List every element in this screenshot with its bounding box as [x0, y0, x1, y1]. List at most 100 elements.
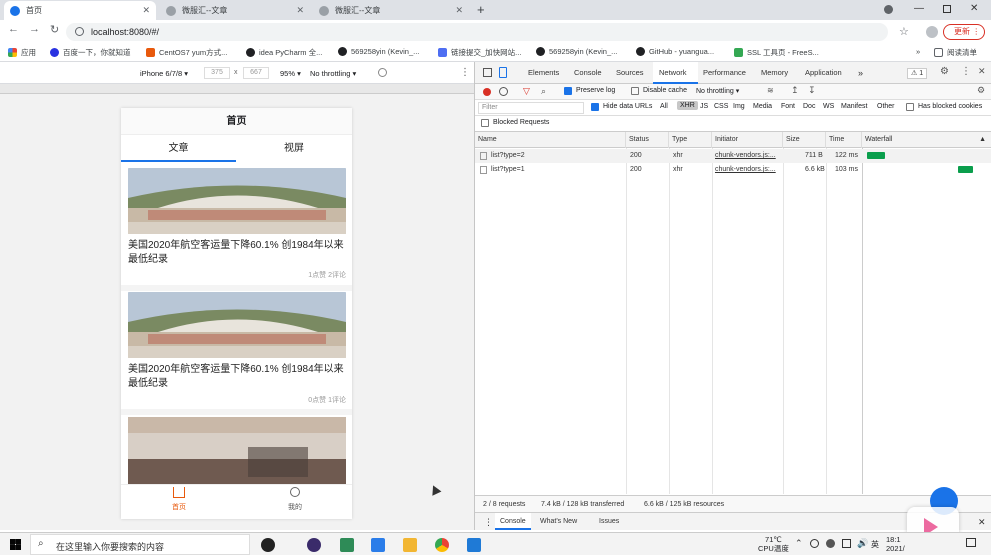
bookmark-item[interactable]: idea PyCharm 全... — [246, 47, 322, 58]
taskbar-search-box[interactable]: ⌕ 在这里输入你要搜索的内容 — [30, 534, 250, 555]
tab-articles[interactable]: 文章 — [121, 135, 236, 162]
filter-js[interactable]: JS — [700, 103, 708, 110]
volume-icon[interactable]: 🔊 — [857, 538, 868, 549]
more-options-icon[interactable]: ⋮ — [460, 67, 470, 78]
avatar[interactable] — [926, 26, 938, 38]
col-time[interactable]: Time — [826, 132, 862, 148]
ime-indicator[interactable]: 英 — [871, 539, 879, 550]
devtools-tab-console[interactable]: Console — [574, 62, 602, 84]
blocked-requests-checkbox[interactable] — [481, 119, 489, 127]
settings-gear-icon[interactable]: ⚙ — [940, 66, 949, 77]
devtools-tab-network[interactable]: Network — [653, 62, 698, 84]
article-title[interactable]: 美国2020年航空客运量下降60.1% 创1984年以来最低纪录 — [128, 363, 348, 391]
close-devtools-icon[interactable]: ✕ — [978, 66, 986, 77]
disable-cache-checkbox[interactable] — [631, 87, 639, 95]
col-status[interactable]: Status — [626, 132, 669, 148]
device-select[interactable]: iPhone 6/7/8 ▾ — [140, 69, 188, 78]
devtools-tab-application[interactable]: Application — [805, 62, 842, 84]
article-image[interactable] — [128, 417, 346, 485]
warnings-badge[interactable]: ⚠ 1 — [907, 68, 928, 79]
app-icon[interactable] — [371, 538, 385, 552]
bookmark-item[interactable]: 569258yin (Kevin_... — [338, 47, 419, 56]
record-icon[interactable] — [483, 88, 491, 96]
device-toggle-icon[interactable] — [499, 67, 507, 78]
close-tab-icon[interactable]: ✕ — [455, 5, 463, 16]
update-button[interactable]: 更新 ⋮ — [943, 24, 985, 40]
wifi-icon[interactable]: ≋ — [767, 86, 774, 95]
search-icon[interactable]: ⌕ — [541, 86, 546, 97]
close-tab-icon[interactable]: ✕ — [142, 5, 150, 16]
browser-tab-3[interactable]: 微服汇--文章 ✕ — [313, 1, 469, 20]
address-bar[interactable]: localhost:8080/#/ ☆ — [66, 23, 909, 41]
width-input[interactable]: 375 — [204, 67, 230, 79]
tray-icon[interactable] — [810, 539, 819, 548]
blocked-cookies-checkbox[interactable] — [906, 103, 914, 111]
back-icon[interactable]: ← — [8, 23, 19, 35]
tab-videos[interactable]: 视屏 — [236, 135, 352, 162]
tray-icon[interactable] — [826, 539, 835, 548]
app-icon[interactable] — [261, 538, 275, 552]
clock[interactable]: 18:1 2021/ — [886, 535, 905, 553]
nav-home[interactable]: 首页 — [161, 487, 197, 512]
cpu-temp-widget[interactable]: 71℃ CPU温度 — [758, 535, 789, 553]
bookmark-apps[interactable]: 应用 — [8, 47, 36, 58]
bookmark-item[interactable]: SSL 工具页 - FreeS... — [734, 47, 819, 58]
export-icon[interactable]: ↧ — [808, 85, 816, 96]
table-row[interactable]: list?type=2 200 xhr chunk-vendors.js:...… — [475, 149, 991, 163]
drawer-tab-console[interactable]: Console — [495, 513, 531, 530]
new-tab-button[interactable]: + — [477, 2, 485, 17]
col-type[interactable]: Type — [669, 132, 712, 148]
hide-data-urls-checkbox[interactable] — [591, 103, 599, 111]
bookmark-item[interactable]: GitHub - yuangua... — [636, 47, 714, 56]
col-initiator[interactable]: Initiator — [712, 132, 783, 148]
bookmark-item[interactable]: CentOS7 yum方式... — [146, 47, 227, 58]
notification-icon[interactable] — [966, 538, 976, 547]
zoom-select[interactable]: 95% ▾ — [280, 69, 301, 78]
browser-tab-1[interactable]: 首页 ✕ — [4, 1, 156, 20]
bookmark-star-icon[interactable]: ☆ — [899, 25, 909, 38]
clear-icon[interactable] — [499, 87, 508, 96]
nav-mine[interactable]: 我的 — [277, 487, 313, 512]
devtools-tab-performance[interactable]: Performance — [703, 62, 746, 84]
filter-manifest[interactable]: Manifest — [841, 103, 867, 110]
throttling-select[interactable]: No throttling ▾ — [696, 87, 739, 95]
devtools-tab-memory[interactable]: Memory — [761, 62, 788, 84]
file-explorer-icon[interactable] — [403, 538, 417, 552]
drawer-tab-whats-new[interactable]: What's New — [540, 518, 577, 525]
forward-icon[interactable]: → — [29, 23, 40, 35]
bookmarks-overflow[interactable]: » — [916, 47, 920, 56]
drawer-menu-icon[interactable]: ⋮ — [484, 517, 493, 528]
rotate-icon[interactable] — [378, 68, 387, 77]
close-tab-icon[interactable]: ✕ — [296, 5, 304, 16]
height-input[interactable]: 667 — [243, 67, 269, 79]
chrome-icon[interactable] — [435, 538, 449, 552]
article-image[interactable] — [128, 168, 346, 234]
preserve-log-checkbox[interactable] — [564, 87, 572, 95]
info-icon[interactable] — [75, 27, 84, 36]
network-icon[interactable] — [842, 539, 851, 548]
reading-list[interactable]: 阅读清单 — [934, 47, 977, 58]
filter-css[interactable]: CSS — [714, 103, 728, 110]
window-close-icon[interactable]: ✕ — [970, 3, 978, 14]
network-settings-icon[interactable]: ⚙ — [977, 85, 985, 96]
app-icon[interactable] — [340, 538, 354, 552]
col-size[interactable]: Size — [783, 132, 826, 148]
drawer-tab-issues[interactable]: Issues — [599, 518, 619, 525]
vscode-icon[interactable] — [467, 538, 481, 552]
bookmark-item[interactable]: 链接提交_加快网站... — [438, 47, 521, 58]
browser-tab-2[interactable]: 微服汇--文章 ✕ — [160, 1, 310, 20]
tray-chevron-icon[interactable]: ⌃ — [795, 538, 803, 549]
col-name[interactable]: Name — [475, 132, 626, 148]
filter-other[interactable]: Other — [877, 103, 895, 110]
more-icon[interactable]: ⋮ — [961, 66, 971, 77]
profile-menu-icon[interactable] — [884, 5, 893, 14]
filter-ws[interactable]: WS — [823, 103, 834, 110]
reload-icon[interactable]: ↻ — [50, 23, 59, 36]
filter-xhr[interactable]: XHR — [677, 101, 698, 110]
filter-img[interactable]: Img — [733, 103, 745, 110]
table-row[interactable]: list?type=1 200 xhr chunk-vendors.js:...… — [475, 163, 991, 177]
close-drawer-icon[interactable]: ✕ — [978, 517, 986, 528]
initiator-link[interactable]: chunk-vendors.js:... — [715, 166, 776, 173]
devtools-tabs-overflow[interactable]: » — [858, 62, 863, 84]
inspect-icon[interactable] — [483, 68, 492, 77]
